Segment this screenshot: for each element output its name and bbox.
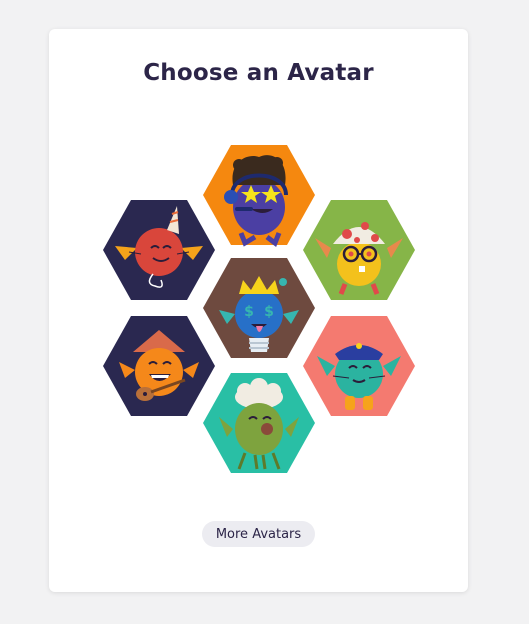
avatar-headphones-monster[interactable]	[203, 145, 315, 247]
avatar-guitar-monster[interactable]	[103, 316, 215, 416]
avatar-mushroom-monster[interactable]	[303, 200, 415, 300]
avatar-grid: $ $	[103, 145, 415, 473]
avatar-party-monster[interactable]	[103, 200, 215, 300]
avatar-crowned-monster[interactable]: $ $	[203, 258, 315, 358]
svg-text:$: $	[244, 304, 254, 320]
avatar-picker-card: Choose an Avatar $ $ More Avatars	[49, 29, 468, 592]
avatar-chef-monster[interactable]	[203, 373, 315, 473]
avatar-police-cat-monster[interactable]	[303, 316, 415, 416]
more-avatars-button[interactable]: More Avatars	[202, 521, 315, 547]
svg-text:$: $	[264, 304, 274, 320]
